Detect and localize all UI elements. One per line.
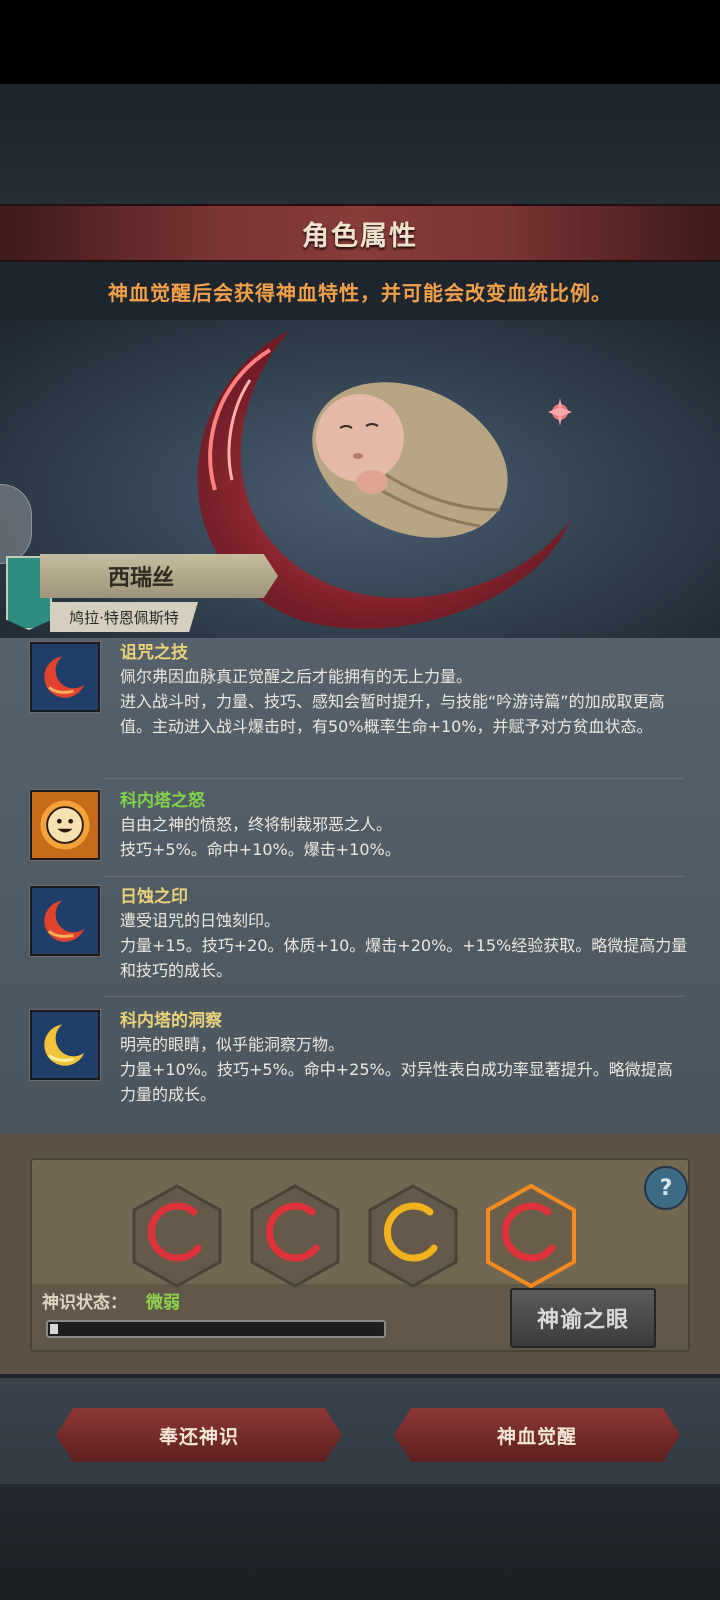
page-title: 角色属性 xyxy=(302,220,418,252)
trait-description: 佩尔弗因血脉真正觉醒之后才能拥有的无上力量。 进入战斗时，力量、技巧、感知会暂时提… xyxy=(120,667,665,736)
divine-slot-1[interactable] xyxy=(132,1184,222,1288)
status-value: 微弱 xyxy=(146,1293,180,1313)
blood-awakening-button[interactable]: 神血觉醒 xyxy=(394,1408,680,1462)
title-banner: 角色属性 xyxy=(0,204,720,262)
trait-description: 明亮的眼睛，似乎能洞察万物。 力量+10%。技巧+5%。命中+25%。对异性表白成… xyxy=(120,1035,673,1104)
help-icon[interactable]: ? xyxy=(644,1166,688,1210)
bottom-background xyxy=(0,1484,720,1600)
smiling-sun-icon xyxy=(30,790,100,860)
footer-actions: 奉还神识 神血觉醒 xyxy=(0,1374,720,1484)
trait-name: 诅咒之技 xyxy=(120,643,188,663)
upper-background xyxy=(0,84,720,204)
house-name-banner: 鸠拉·特恩佩斯特 xyxy=(50,602,198,632)
trait-name: 日蚀之印 xyxy=(120,887,188,907)
trait-list: 诅咒之技 佩尔弗因血脉真正觉醒之后才能拥有的无上力量。 进入战斗时，力量、技巧、感… xyxy=(0,638,720,1134)
trait-name: 科内塔的洞察 xyxy=(120,1011,222,1031)
progress-fill xyxy=(50,1324,58,1334)
divinity-panel: ? 神识状态： 微弱 神谕之眼 xyxy=(0,1134,720,1374)
yellow-crescent-icon xyxy=(30,1010,100,1080)
page-subtitle: 神血觉醒后会获得神血特性，并可能会改变血统比例。 xyxy=(108,280,612,305)
divine-slot-4-selected[interactable] xyxy=(486,1184,576,1288)
trait-description: 自由之神的愤怒，终将制裁邪恶之人。 技巧+5%。命中+10%。爆击+10%。 xyxy=(120,815,401,859)
subtitle-bar: 神血觉醒后会获得神血特性，并可能会改变血统比例。 xyxy=(0,262,720,320)
oracle-eye-label: 神谕之眼 xyxy=(536,1308,629,1333)
divider xyxy=(104,996,684,997)
divider xyxy=(104,876,684,877)
status-label: 神识状态： xyxy=(42,1293,127,1313)
divine-slot-3[interactable] xyxy=(368,1184,458,1288)
return-divinity-label: 奉还神识 xyxy=(158,1425,239,1448)
divinity-progress-bar xyxy=(46,1320,386,1338)
blood-awakening-label: 神血觉醒 xyxy=(496,1425,577,1448)
trait-name: 科内塔之怒 xyxy=(120,791,205,811)
return-divinity-button[interactable]: 奉还神识 xyxy=(56,1408,342,1462)
divine-slot-2[interactable] xyxy=(250,1184,340,1288)
character-name: 西瑞丝 xyxy=(107,566,174,591)
status-bar-area xyxy=(0,0,720,84)
red-crescent-icon xyxy=(30,642,100,712)
slot-panel: ? 神识状态： 微弱 神谕之眼 xyxy=(30,1158,690,1352)
house-name: 鸠拉·特恩佩斯特 xyxy=(69,608,179,627)
divider xyxy=(104,778,684,779)
red-crescent-icon xyxy=(30,886,100,956)
character-name-banner: 西瑞丝 xyxy=(40,554,278,598)
trait-description: 遭受诅咒的日蚀刻印。 力量+15。技巧+20。体质+10。爆击+20%。+15%经… xyxy=(120,911,688,980)
oracle-eye-button[interactable]: 神谕之眼 xyxy=(510,1288,656,1348)
